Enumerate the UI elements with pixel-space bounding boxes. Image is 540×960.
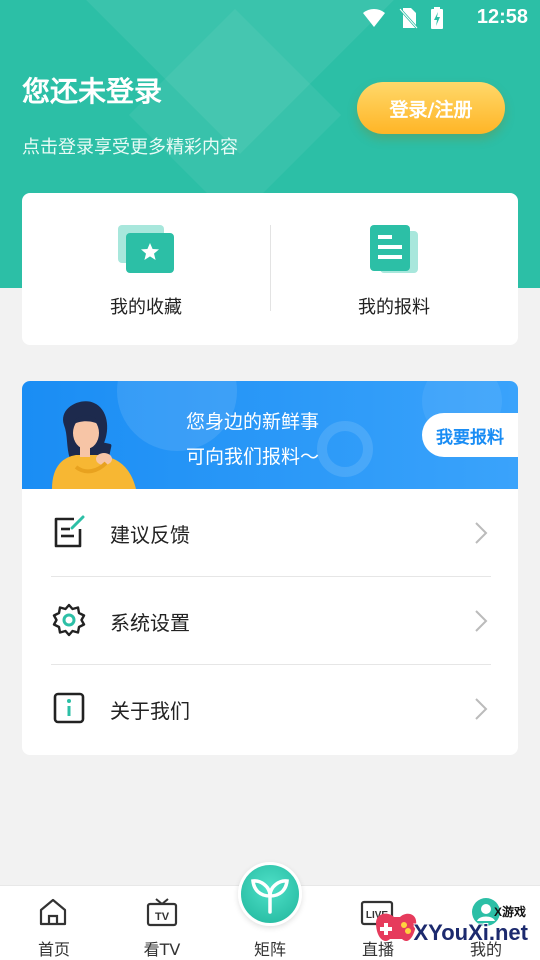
divider xyxy=(270,225,271,311)
menu-card: 您身边的新鲜事 可向我们报料～ 我要报料 建议反馈 系统设置 关于我们 xyxy=(22,381,518,755)
my-reports-button[interactable]: 我的报料 xyxy=(270,193,518,345)
banner-decoration xyxy=(317,421,373,477)
menu-item-settings[interactable]: 系统设置 xyxy=(22,577,518,665)
woman-with-phone-illustration xyxy=(52,401,136,489)
gear-icon xyxy=(52,603,86,637)
matrix-logo-icon xyxy=(251,879,289,914)
quick-actions-card: 我的收藏 我的报料 xyxy=(22,193,518,345)
submit-report-button[interactable]: 我要报料 xyxy=(422,413,518,457)
menu-item-label: 建议反馈 xyxy=(110,522,190,547)
menu-item-feedback[interactable]: 建议反馈 xyxy=(22,489,518,577)
status-time: 12:58 xyxy=(476,6,528,28)
menu-item-label: 关于我们 xyxy=(110,698,190,723)
login-subtitle[interactable]: 点击登录享受更多精彩内容 xyxy=(22,133,238,159)
banner-subtitle: 可向我们报料～ xyxy=(186,446,320,468)
chevron-right-icon xyxy=(475,610,488,632)
banner-title: 您身边的新鲜事 xyxy=(186,411,320,433)
home-icon xyxy=(39,898,67,926)
site-watermark: X游戏 XYouXi.net xyxy=(370,895,540,960)
no-sim-icon xyxy=(399,8,418,29)
menu-item-about[interactable]: 关于我们 xyxy=(22,665,518,753)
document-icon xyxy=(370,225,418,273)
edit-note-icon xyxy=(54,515,85,548)
nav-label: 矩阵 xyxy=(253,940,286,959)
chevron-right-icon xyxy=(475,522,488,544)
login-title[interactable]: 您还未登录 xyxy=(22,70,162,110)
nav-tv[interactable]: TV 看TV xyxy=(108,886,216,960)
chevron-right-icon xyxy=(475,698,488,720)
status-icons xyxy=(362,7,444,29)
my-favorites-button[interactable]: 我的收藏 xyxy=(22,193,270,345)
watermark-large-text: XYouXi.net xyxy=(413,920,529,945)
battery-charging-icon xyxy=(431,7,443,29)
my-favorites-label: 我的收藏 xyxy=(110,297,182,318)
watermark-small-text: X游戏 xyxy=(493,905,526,919)
login-register-button[interactable]: 登录/注册 xyxy=(357,82,505,134)
tv-icon: TV xyxy=(146,898,178,927)
svg-text:TV: TV xyxy=(155,911,170,923)
star-folder-icon xyxy=(118,225,174,273)
info-icon xyxy=(53,692,85,724)
nav-label: 首页 xyxy=(37,940,70,959)
matrix-center-button[interactable] xyxy=(238,862,302,926)
wifi-icon xyxy=(363,8,385,27)
my-reports-label: 我的报料 xyxy=(358,297,430,318)
nav-home[interactable]: 首页 xyxy=(0,886,108,960)
report-banner[interactable]: 您身边的新鲜事 可向我们报料～ 我要报料 xyxy=(22,381,518,489)
status-bar: 12:58 xyxy=(0,0,540,36)
nav-label: 看TV xyxy=(143,940,181,959)
menu-item-label: 系统设置 xyxy=(110,610,190,635)
